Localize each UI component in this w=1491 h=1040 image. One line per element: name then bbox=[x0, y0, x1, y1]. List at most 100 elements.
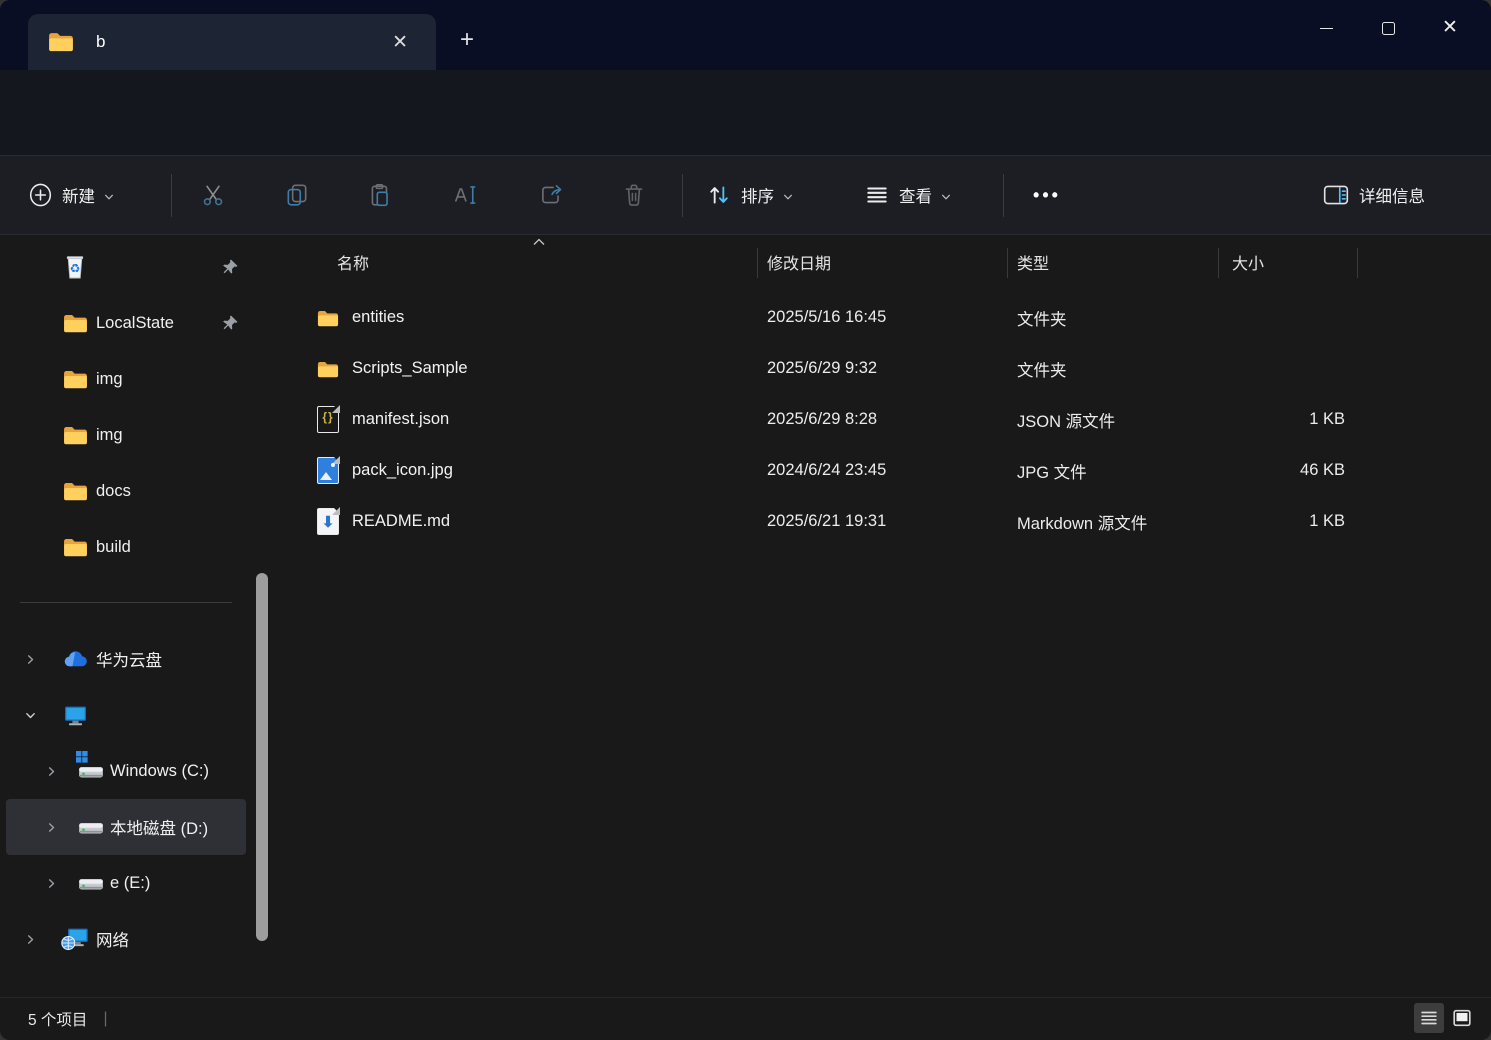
column-label: 名称 bbox=[337, 250, 369, 274]
column-header-size[interactable]: 大小 bbox=[1218, 240, 1357, 284]
jpg-file-icon bbox=[317, 457, 339, 484]
sidebar-item-windows-c[interactable]: Windows (C:) bbox=[0, 743, 248, 799]
file-size: 1 KB bbox=[1218, 512, 1357, 531]
share-button[interactable] bbox=[531, 175, 571, 215]
tab-close-icon[interactable]: ✕ bbox=[384, 29, 416, 56]
thumbnail-view-icon bbox=[1451, 1007, 1473, 1029]
details-view-toggle[interactable] bbox=[1414, 1003, 1444, 1033]
plus-circle-icon bbox=[28, 182, 53, 208]
rename-button[interactable] bbox=[445, 175, 485, 215]
column-divider[interactable] bbox=[757, 248, 758, 278]
share-icon bbox=[538, 182, 564, 208]
sort-button[interactable]: 排序 bbox=[706, 156, 793, 234]
chevron-down-icon[interactable] bbox=[25, 710, 36, 721]
column-header-name[interactable]: 名称 bbox=[280, 240, 757, 284]
maximize-button[interactable] bbox=[1357, 0, 1419, 56]
delete-button[interactable] bbox=[614, 175, 654, 215]
paste-button[interactable] bbox=[360, 175, 400, 215]
chevron-down-icon bbox=[941, 192, 951, 202]
item-count: 5 个项目 bbox=[28, 1008, 87, 1030]
file-date: 2025/6/21 19:31 bbox=[757, 512, 1007, 531]
file-row-manifest-json[interactable]: {} manifest.json 2025/6/29 8:28 JSON 源文件… bbox=[280, 394, 1491, 445]
sidebar-item-img[interactable]: img bbox=[0, 351, 248, 407]
cloud-icon bbox=[63, 647, 88, 672]
sidebar-item-label: 本地磁盘 (D:) bbox=[110, 815, 208, 839]
command-toolbar: 新建 排序 查看 ••• 详细信息 bbox=[0, 155, 1491, 235]
file-date: 2025/6/29 9:32 bbox=[757, 359, 1007, 378]
sidebar-item-recycle-bin[interactable] bbox=[0, 239, 248, 295]
copy-icon bbox=[284, 182, 310, 208]
chevron-right-icon[interactable] bbox=[46, 822, 57, 833]
toolbar-divider bbox=[1003, 174, 1004, 217]
column-header-date[interactable]: 修改日期 bbox=[757, 240, 1007, 284]
drive-icon bbox=[77, 870, 105, 896]
view-button[interactable]: 查看 bbox=[864, 156, 951, 234]
markdown-file-icon: ⬇ bbox=[317, 508, 339, 535]
file-size: 46 KB bbox=[1218, 461, 1357, 480]
column-divider[interactable] bbox=[1357, 248, 1358, 278]
cut-button[interactable] bbox=[193, 175, 233, 215]
toolbar-divider bbox=[682, 174, 683, 217]
file-type: 文件夹 bbox=[1007, 357, 1218, 381]
sidebar-item-local-disk-d[interactable]: 本地磁盘 (D:) bbox=[6, 799, 246, 855]
column-divider[interactable] bbox=[1218, 248, 1219, 278]
file-list: 名称 修改日期 类型 大小 entities 2025/5/16 16:45 文… bbox=[280, 237, 1491, 998]
navigation-pane: LocalState img img docs build 华为云盘 bbox=[0, 237, 278, 998]
rename-icon bbox=[451, 182, 479, 208]
sidebar-item-this-pc[interactable] bbox=[0, 687, 248, 743]
json-file-icon: {} bbox=[317, 406, 339, 433]
folder-icon bbox=[63, 313, 88, 334]
file-rows: entities 2025/5/16 16:45 文件夹 Scripts_Sam… bbox=[280, 292, 1491, 547]
chevron-right-icon[interactable] bbox=[25, 934, 36, 945]
sort-ascending-icon bbox=[532, 238, 546, 246]
sidebar-item-label: 网络 bbox=[96, 927, 129, 951]
folder-icon bbox=[63, 425, 88, 446]
sidebar-item-e-drive[interactable]: e (E:) bbox=[0, 855, 248, 911]
column-headers: 名称 修改日期 类型 大小 bbox=[280, 240, 1491, 284]
sidebar-item-build[interactable]: build bbox=[0, 519, 248, 575]
new-tab-button[interactable]: + bbox=[460, 26, 474, 54]
view-lines-icon bbox=[864, 182, 890, 208]
status-divider: | bbox=[103, 1010, 107, 1028]
explorer-tab[interactable]: b ✕ bbox=[28, 14, 436, 70]
scissors-icon bbox=[200, 182, 226, 208]
sidebar-scrollbar[interactable] bbox=[256, 573, 268, 941]
file-row-scripts-sample[interactable]: Scripts_Sample 2025/6/29 9:32 文件夹 bbox=[280, 343, 1491, 394]
sidebar-item-label: img bbox=[96, 426, 123, 445]
new-button[interactable]: 新建 bbox=[28, 156, 114, 234]
file-row-readme-md[interactable]: ⬇ README.md 2025/6/21 19:31 Markdown 源文件… bbox=[280, 496, 1491, 547]
column-header-type[interactable]: 类型 bbox=[1007, 240, 1218, 284]
sidebar-item-localstate[interactable]: LocalState bbox=[0, 295, 248, 351]
sidebar-item-label: LocalState bbox=[96, 314, 174, 333]
file-row-pack-icon-jpg[interactable]: pack_icon.jpg 2024/6/24 23:45 JPG 文件 46 … bbox=[280, 445, 1491, 496]
sidebar-item-huawei-cloud[interactable]: 华为云盘 bbox=[0, 631, 248, 687]
chevron-right-icon[interactable] bbox=[25, 654, 36, 665]
folder-icon bbox=[63, 537, 88, 558]
file-type: Markdown 源文件 bbox=[1007, 510, 1218, 534]
sidebar-item-label: Windows (C:) bbox=[110, 762, 209, 781]
copy-button[interactable] bbox=[277, 175, 317, 215]
tab-title: b bbox=[96, 32, 105, 52]
sidebar-divider bbox=[20, 602, 232, 603]
close-button[interactable]: ✕ bbox=[1419, 0, 1481, 56]
column-label: 大小 bbox=[1232, 250, 1264, 274]
sidebar-item-label: e (E:) bbox=[110, 874, 150, 893]
column-divider[interactable] bbox=[1007, 248, 1008, 278]
network-icon bbox=[60, 925, 90, 953]
details-pane-button[interactable]: 详细信息 bbox=[1322, 156, 1425, 234]
more-options-button[interactable]: ••• bbox=[1027, 175, 1067, 215]
list-view-icon bbox=[1418, 1007, 1440, 1029]
file-row-entities[interactable]: entities 2025/5/16 16:45 文件夹 bbox=[280, 292, 1491, 343]
view-toggles bbox=[1414, 1003, 1477, 1033]
sidebar-item-network[interactable]: 网络 bbox=[0, 911, 248, 967]
sidebar-item-docs[interactable]: docs bbox=[0, 463, 248, 519]
ellipsis-icon: ••• bbox=[1033, 185, 1061, 206]
folder-icon bbox=[48, 31, 74, 53]
sidebar-item-img-2[interactable]: img bbox=[0, 407, 248, 463]
icons-view-toggle[interactable] bbox=[1447, 1003, 1477, 1033]
minimize-button[interactable] bbox=[1295, 0, 1357, 56]
folder-icon bbox=[317, 359, 339, 380]
chevron-right-icon[interactable] bbox=[46, 878, 57, 889]
view-button-label: 查看 bbox=[899, 183, 932, 207]
chevron-right-icon[interactable] bbox=[46, 766, 57, 777]
